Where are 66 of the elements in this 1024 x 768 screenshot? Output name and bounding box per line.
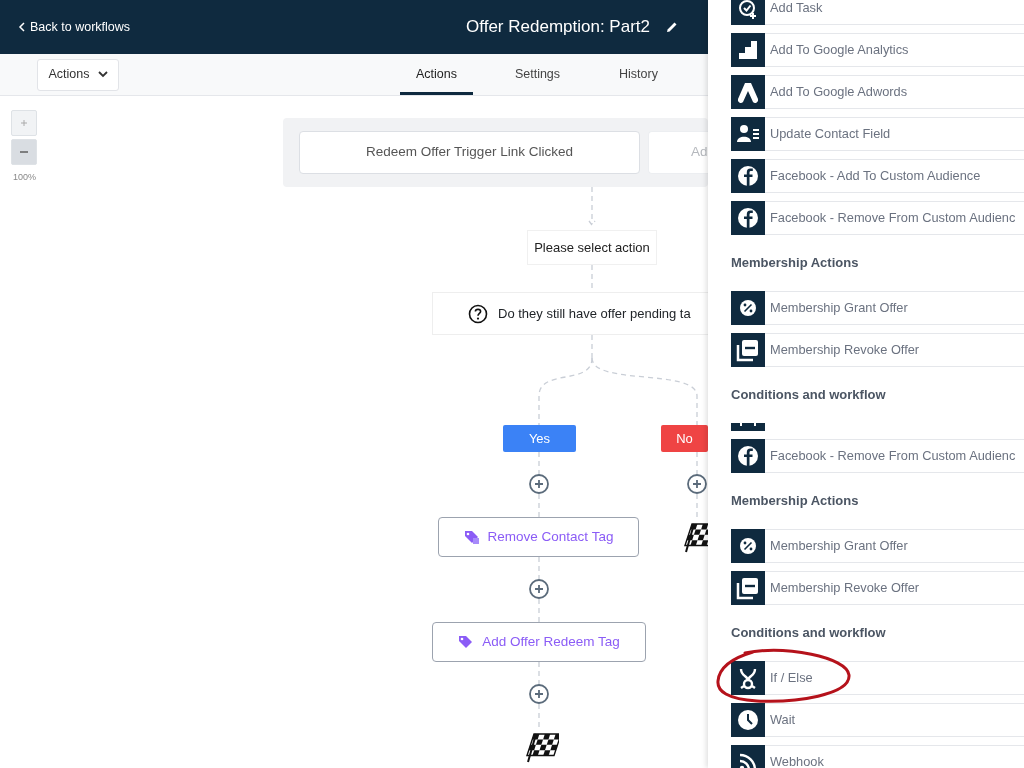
- action-item[interactable]: Membership Grant Offer: [731, 529, 1024, 563]
- action-item[interactable]: Add Task: [731, 0, 1024, 25]
- chevron-left-icon: [18, 22, 26, 32]
- action-item[interactable]: Membership Grant Offer: [731, 291, 1024, 325]
- add-step-button[interactable]: [528, 473, 550, 495]
- stacked-cards-icon: [731, 571, 765, 605]
- actions-dropdown[interactable]: Actions: [37, 58, 119, 91]
- tab[interactable]: History: [602, 54, 675, 95]
- action-prompt[interactable]: Please select action: [527, 230, 657, 265]
- action-item[interactable]: Add To Google Analytics: [731, 33, 1024, 67]
- connector-line: [538, 703, 540, 730]
- action-item[interactable]: Wait: [731, 703, 1024, 737]
- tab[interactable]: Settings: [501, 54, 574, 95]
- action-step[interactable]: Add Offer Redeem Tag: [432, 622, 646, 662]
- fork-icon: [731, 661, 765, 695]
- action-item[interactable]: Facebook - Remove From Custom Audienc: [731, 201, 1024, 235]
- branch-label[interactable]: No: [661, 425, 708, 452]
- question-icon: [468, 303, 488, 324]
- tab[interactable]: Actions: [400, 54, 473, 95]
- branch-label[interactable]: Yes: [503, 425, 576, 452]
- action-item[interactable]: Webhook: [731, 745, 1024, 768]
- add-step-button[interactable]: [686, 473, 708, 495]
- percent-badge-icon: [731, 291, 765, 325]
- condition-node[interactable]: Do they still have offer pending ta: [432, 292, 708, 335]
- add-step-button[interactable]: [528, 683, 550, 705]
- section-heading: Membership Actions: [731, 254, 860, 272]
- plus-icon: [20, 119, 28, 127]
- action-item[interactable]: Add To Google Adwords: [731, 75, 1024, 109]
- connector-line: [538, 598, 540, 623]
- action-item[interactable]: Membership Revoke Offer: [731, 333, 1024, 367]
- workflow-title: Offer Redemption: Part2: [466, 16, 650, 39]
- percent-badge-icon: [731, 529, 765, 563]
- action-icon[interactable]: [731, 423, 765, 431]
- connector-line: [538, 661, 540, 685]
- action-item[interactable]: Facebook - Remove From Custom Audienc: [731, 439, 1024, 473]
- tag-icon: [463, 529, 480, 545]
- action-item[interactable]: Facebook - Add To Custom Audience: [731, 159, 1024, 193]
- action-item[interactable]: Membership Revoke Offer: [731, 571, 1024, 605]
- tag-icon: [458, 634, 475, 650]
- section-heading: Conditions and workflow: [731, 386, 887, 404]
- minus-icon: [19, 150, 29, 154]
- connector-line: [538, 556, 540, 580]
- connector-line: [538, 493, 540, 518]
- stairs-icon: [731, 33, 765, 67]
- connector-line: [696, 451, 698, 475]
- back-link[interactable]: Back to workflows: [18, 17, 131, 37]
- connector-line: [538, 451, 540, 475]
- facebook-icon: [731, 439, 765, 473]
- contact-card-icon: [731, 117, 765, 151]
- trigger-card[interactable]: Redeem Offer Trigger Link Clicked: [299, 131, 640, 174]
- add-step-button[interactable]: [528, 578, 550, 600]
- chevron-icon: [731, 75, 765, 109]
- section-heading: Conditions and workflow: [731, 624, 887, 642]
- action-item[interactable]: Update Contact Field: [731, 117, 1024, 151]
- clock-icon: [731, 703, 765, 737]
- caret-icon: [97, 71, 108, 78]
- pencil-icon[interactable]: [666, 21, 678, 33]
- connector-line: [696, 493, 698, 520]
- action-step[interactable]: Remove Contact Tag: [438, 517, 639, 557]
- stacked-cards-icon: [731, 333, 765, 367]
- zoom-level: 100%: [13, 171, 37, 184]
- section-heading: Membership Actions: [731, 492, 860, 510]
- facebook-icon: [731, 159, 765, 193]
- zoom-out-button[interactable]: [11, 139, 37, 165]
- action-item[interactable]: If / Else: [731, 661, 1024, 695]
- facebook-icon: [731, 201, 765, 235]
